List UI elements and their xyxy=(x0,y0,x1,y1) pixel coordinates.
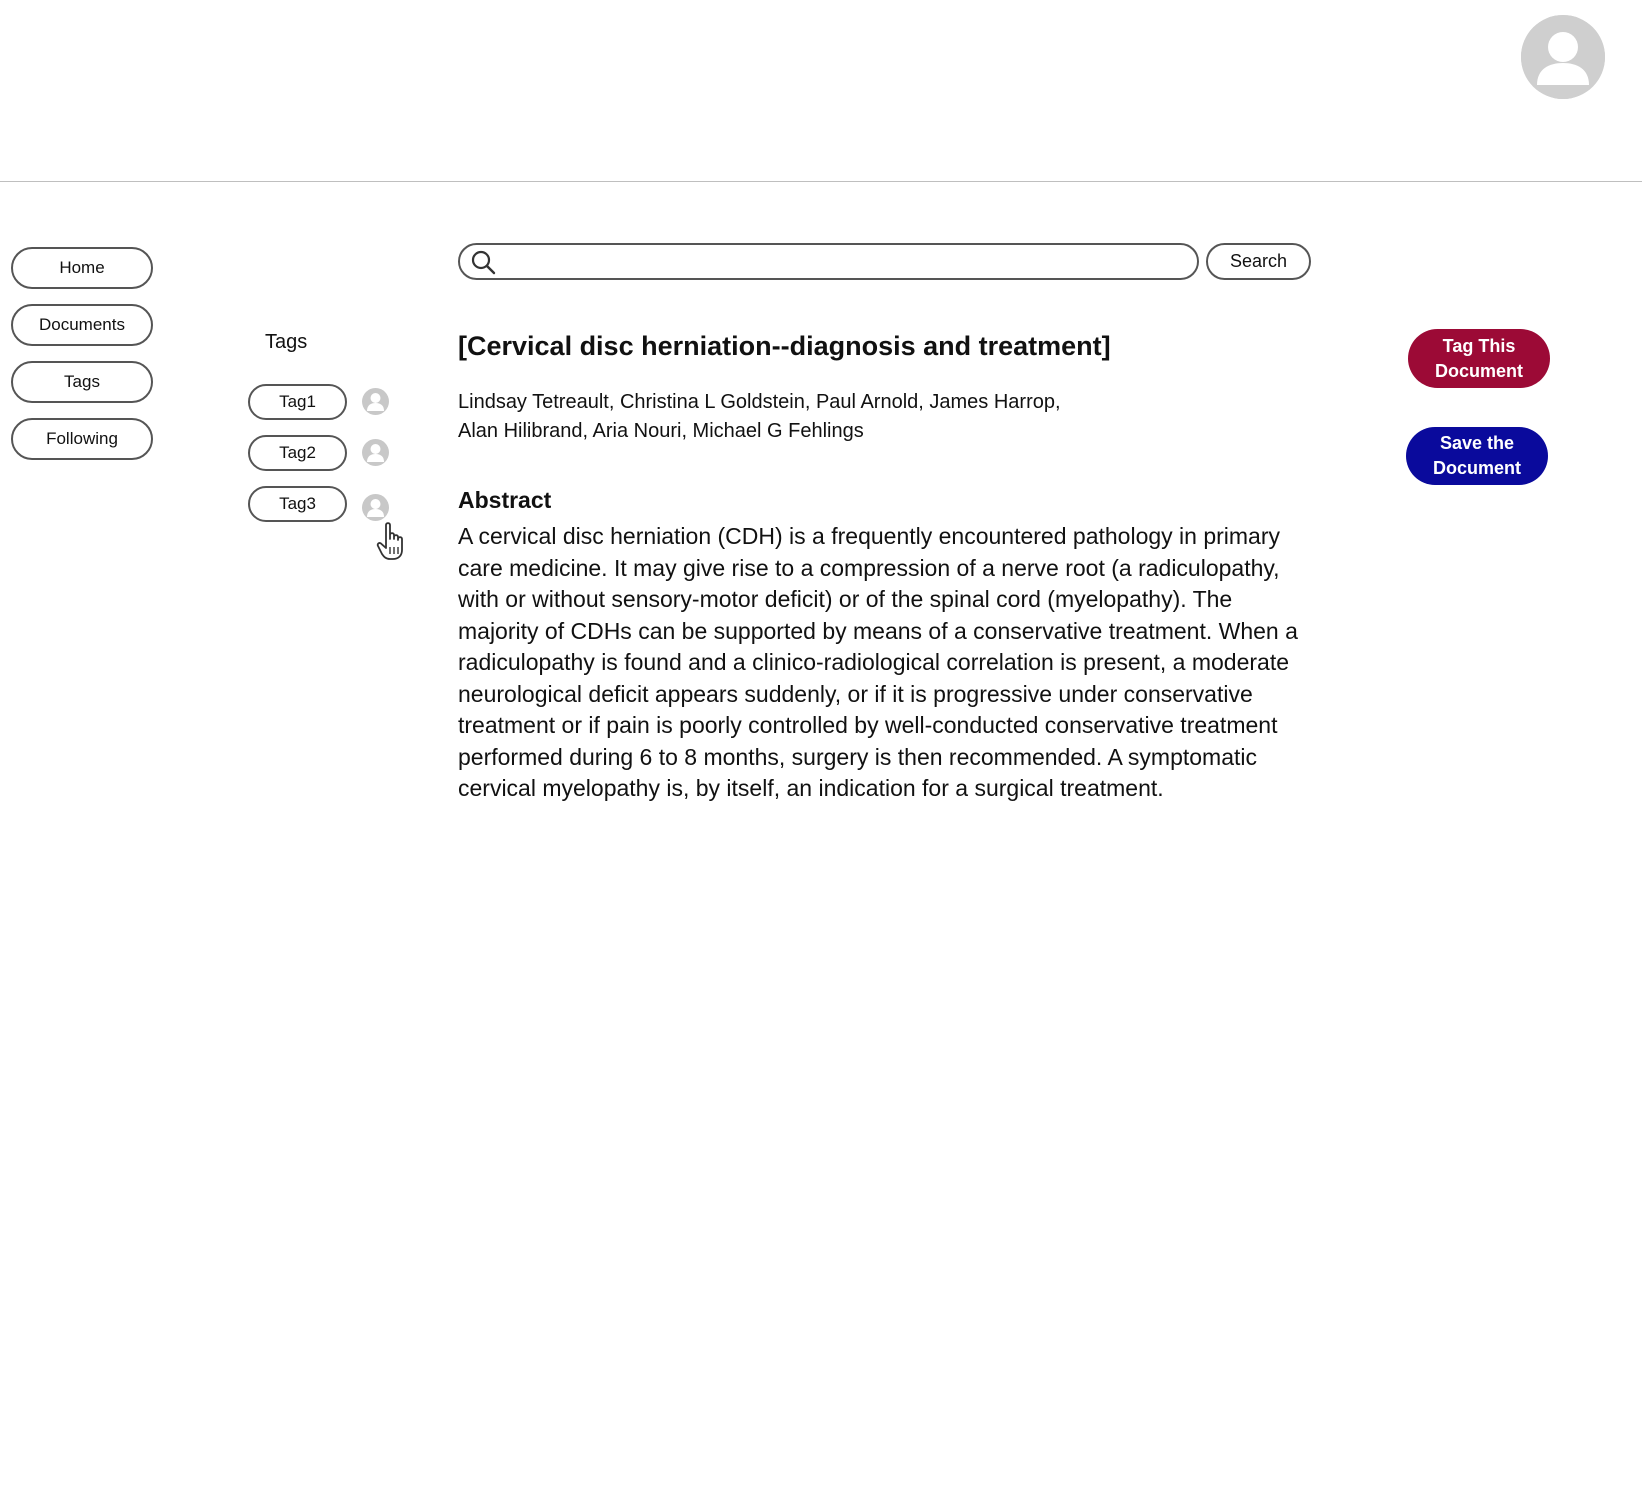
button-label-line: Save the xyxy=(1439,433,1515,453)
button-label-line: Document xyxy=(1432,458,1521,478)
tag-document-button[interactable]: Tag This Document xyxy=(1408,329,1550,388)
tags-panel-heading: Tags xyxy=(265,331,308,353)
sidebar-item-documents[interactable]: Documents xyxy=(11,304,153,346)
tag-label: Tag3 xyxy=(279,494,316,513)
authors-line: Lindsay Tetreault, Christina L Goldstein… xyxy=(458,391,1061,413)
button-label-line: Document xyxy=(1434,360,1523,381)
tag-chip-1[interactable]: Tag1 xyxy=(248,384,347,420)
sidebar-item-label: Tags xyxy=(64,372,100,391)
user-icon[interactable] xyxy=(362,388,389,415)
search-button-label: Search xyxy=(1229,251,1288,271)
hand-pointer-icon xyxy=(376,522,403,560)
tag-label: Tag1 xyxy=(279,392,316,411)
button-label-line: Tag This xyxy=(1442,335,1516,356)
search-icon xyxy=(471,250,496,275)
search-input[interactable] xyxy=(504,248,1188,277)
tag-chip-3[interactable]: Tag3 xyxy=(248,486,347,522)
top-header xyxy=(0,0,1642,182)
tag-label: Tag2 xyxy=(279,443,316,462)
sidebar-item-label: Home xyxy=(59,258,105,277)
user-icon[interactable] xyxy=(362,439,389,466)
sidebar-item-label: Following xyxy=(46,429,118,448)
user-icon[interactable] xyxy=(362,494,389,521)
authors-line: Alan Hilibrand, Aria Nouri, Michael G Fe… xyxy=(458,420,864,442)
sidebar-item-home[interactable]: Home xyxy=(11,247,153,289)
document-authors: Lindsay Tetreault, Christina L Goldstein… xyxy=(458,388,1318,446)
sidebar-item-following[interactable]: Following xyxy=(11,418,153,460)
abstract-text: A cervical disc herniation (CDH) is a fr… xyxy=(458,523,1298,801)
search-bar xyxy=(458,243,1199,280)
save-document-button[interactable]: Save the Document xyxy=(1406,427,1548,485)
user-avatar-icon[interactable] xyxy=(1521,15,1605,99)
tag-chip-2[interactable]: Tag2 xyxy=(248,435,347,471)
document-title: [Cervical disc herniation--diagnosis and… xyxy=(458,331,1111,361)
sidebar-item-tags[interactable]: Tags xyxy=(11,361,153,403)
sidebar-item-label: Documents xyxy=(39,315,125,334)
abstract-heading: Abstract xyxy=(458,487,552,513)
search-button[interactable]: Search xyxy=(1206,243,1311,280)
save-document-label: Save the Document xyxy=(1433,431,1521,481)
tag-document-label: Tag This Document xyxy=(1435,334,1523,384)
